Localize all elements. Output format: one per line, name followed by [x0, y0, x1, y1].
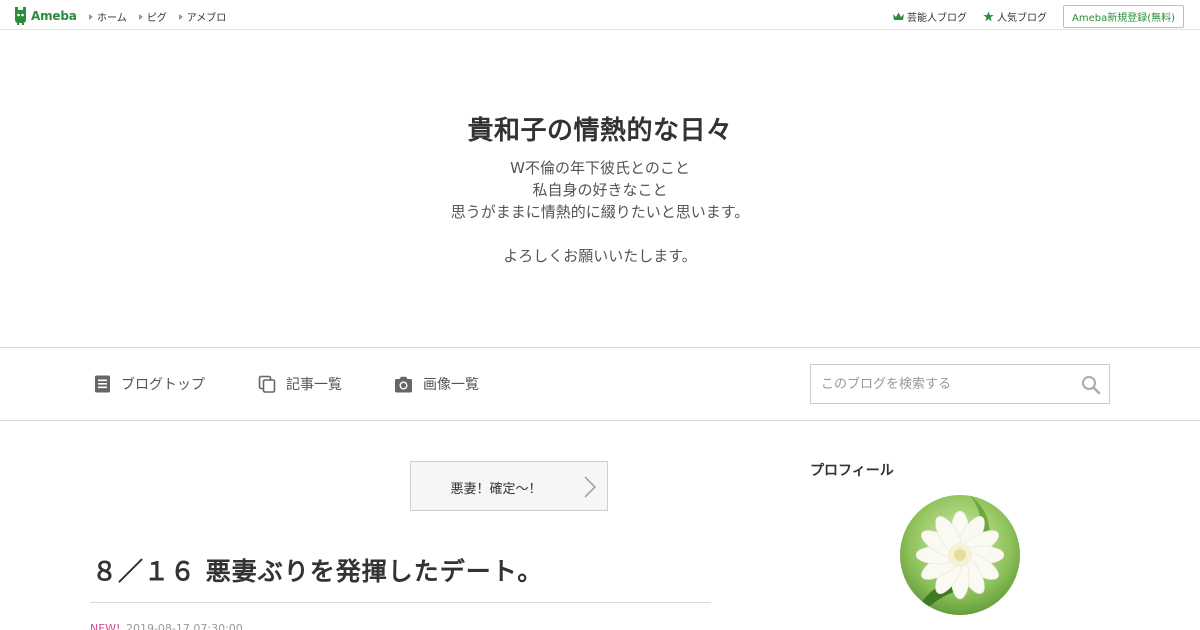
popular-blog-link[interactable]: 人気ブログ [983, 9, 1047, 24]
menu-item-label: ブログトップ [121, 377, 205, 393]
caret-right-icon [138, 13, 143, 20]
blog-description: W不倫の年下彼氏とのこと 私自身の好きなこと 思うがままに情熱的に綴りたいと思い… [0, 157, 1200, 267]
article-title[interactable]: ８／１６ 悪妻ぶりを発揮したデート。 [92, 552, 543, 588]
menu-item-label: 画像一覧 [423, 377, 479, 393]
new-badge: NEW! [90, 622, 121, 630]
caret-right-icon [89, 13, 93, 20]
description-line: 私自身の好きなこと [532, 181, 668, 199]
flower-image [900, 495, 1020, 615]
logo-text: Ameba [31, 8, 77, 23]
popular-blog-label: 人気ブログ [996, 13, 1047, 24]
blog-title[interactable]: 貴和子の情熱的な日々 [0, 110, 1200, 147]
article-meta: NEW! 2019-08-17 07:30:00 [90, 622, 243, 630]
article-date: 2019-08-17 07:30:00 [125, 622, 243, 630]
blog-menu-bar: ブログトップ 記事一覧 画像一覧 [0, 347, 1200, 421]
crown-icon [892, 12, 904, 20]
right-nav: 芸能人ブログ 人気ブログ Ameba新規登録(無料) [892, 5, 1184, 28]
description-line: 思うがままに情熱的に綴りたいと思います。 [450, 203, 750, 221]
description-line [0, 223, 1200, 245]
next-entry-button[interactable]: 悪妻！確定～！ [410, 461, 608, 511]
profile-heading: プロフィール [810, 463, 894, 479]
menu-item-blog-top[interactable]: ブログトップ [94, 374, 205, 394]
menu-item-entry-list[interactable]: 記事一覧 [258, 374, 342, 394]
next-entry-label: 悪妻！確定～！ [450, 482, 542, 497]
celebrity-blog-link[interactable]: 芸能人ブログ [892, 9, 967, 24]
nav-item-home[interactable]: ホーム [89, 9, 127, 24]
description-line: W不倫の年下彼氏とのこと [510, 159, 690, 177]
profile-avatar[interactable] [900, 495, 1020, 615]
nav-item-label: アメブロ [186, 13, 227, 24]
document-icon [95, 375, 110, 393]
nav-item-pigg[interactable]: ピグ [138, 9, 167, 24]
caret-right-icon [178, 13, 183, 20]
register-button[interactable]: Ameba新規登録(無料) [1062, 5, 1184, 28]
divider [90, 602, 711, 603]
description-line: よろしくお願いいたします。 [503, 247, 697, 265]
search-icon[interactable] [1081, 375, 1101, 395]
nav-item-label: ピグ [146, 13, 167, 24]
ameba-mascot-icon [15, 6, 26, 25]
nav-item-label: ホーム [97, 13, 127, 24]
chevron-right-icon [584, 476, 596, 498]
global-nav: ホーム ピグ アメブロ [89, 9, 238, 24]
celebrity-blog-label: 芸能人ブログ [906, 13, 967, 24]
star-icon [983, 11, 994, 22]
global-header: Ameba ホーム ピグ アメブロ 芸能人ブログ 人気ブログ Ameba新規登録… [0, 0, 1200, 30]
nav-item-ameblo[interactable]: アメブロ [178, 9, 227, 24]
copy-icon [258, 375, 276, 393]
camera-icon [395, 376, 412, 392]
ameba-logo[interactable]: Ameba [13, 6, 77, 25]
blog-search-box [810, 364, 1110, 404]
search-input[interactable] [811, 365, 1061, 403]
menu-item-image-list[interactable]: 画像一覧 [394, 374, 479, 394]
menu-item-label: 記事一覧 [286, 377, 342, 393]
